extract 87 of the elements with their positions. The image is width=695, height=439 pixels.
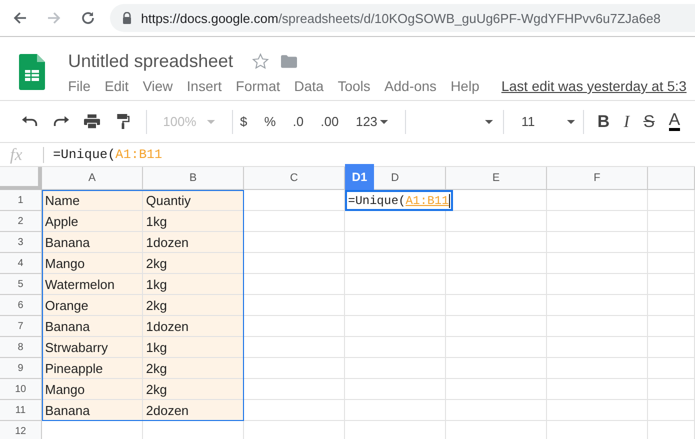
table-cell: Apple [42, 211, 143, 232]
menu-item[interactable]: View [142, 78, 173, 94]
table-cell: 2kg [143, 358, 244, 379]
print-icon[interactable] [84, 114, 100, 129]
table-cell: Orange [42, 295, 143, 316]
table-cell: Quantiy [143, 190, 244, 211]
row-header[interactable]: 3 [0, 232, 42, 253]
back-icon[interactable] [12, 10, 28, 26]
column-header[interactable]: F [547, 167, 648, 190]
table-cell: Strwabarry [42, 337, 143, 358]
table-cell: Name [42, 190, 143, 211]
row-header[interactable]: 8 [0, 337, 42, 358]
table-cell: Banana [42, 400, 143, 421]
empty-cell [648, 358, 695, 379]
row-header[interactable]: 12 [0, 421, 42, 439]
table-cell: 1kg [143, 211, 244, 232]
star-icon[interactable] [252, 52, 270, 70]
menu-item[interactable]: Edit [104, 78, 129, 94]
bold-button[interactable]: B [597, 112, 610, 132]
empty-cell [648, 379, 695, 400]
row-header[interactable]: 1 [0, 190, 42, 211]
redo-icon[interactable] [53, 114, 69, 129]
column-header[interactable]: D [374, 167, 446, 190]
column-header[interactable]: C [244, 167, 345, 190]
currency-format-button[interactable]: $ [240, 114, 248, 129]
row-header[interactable]: 10 [0, 379, 42, 400]
column-header[interactable]: B [143, 167, 244, 190]
row-header[interactable]: 2 [0, 211, 42, 232]
menu-item[interactable]: Format [236, 78, 280, 94]
table-cell: Mango [42, 379, 143, 400]
spreadsheet-logo-icon[interactable] [19, 54, 45, 90]
table-cell: 2kg [143, 379, 244, 400]
row-header[interactable]: 9 [0, 358, 42, 379]
folder-icon[interactable] [281, 54, 298, 68]
table-cell: 2kg [143, 253, 244, 274]
table-cell: 2kg [143, 295, 244, 316]
reload-icon[interactable] [80, 10, 96, 26]
table-cell: 1dozen [143, 316, 244, 337]
font-size-dropdown[interactable]: 11 [521, 114, 576, 129]
text-color-button[interactable]: A [668, 112, 680, 131]
empty-cell [648, 253, 695, 274]
empty-cell [648, 295, 695, 316]
empty-cell [648, 190, 695, 211]
row-header[interactable]: 5 [0, 274, 42, 295]
empty-cell [648, 400, 695, 421]
paint-roller-icon[interactable] [115, 114, 131, 129]
menu-item[interactable]: Insert [186, 78, 222, 94]
document-title[interactable]: Untitled spreadsheet [68, 50, 234, 72]
row-header[interactable]: 6 [0, 295, 42, 316]
table-cell: Banana [42, 232, 143, 253]
table-cell: Watermelon [42, 274, 143, 295]
menu-item[interactable]: File [68, 78, 91, 94]
cell-editor[interactable]: =Unique(A1:B11 [345, 190, 453, 211]
menu-item[interactable]: Tools [338, 78, 370, 94]
table-cell: Mango [42, 253, 143, 274]
lock-icon [122, 12, 132, 24]
italic-button[interactable]: I [624, 112, 630, 132]
empty-cell [648, 211, 695, 232]
row-header[interactable]: 7 [0, 316, 42, 337]
row-header[interactable]: 11 [0, 400, 42, 421]
column-header[interactable]: E [446, 167, 547, 190]
last-edit-link[interactable]: Last edit was yesterday at 5:3 [501, 78, 687, 94]
row-header[interactable]: 4 [0, 253, 42, 274]
cell-reference-badge: D1 [345, 164, 374, 190]
column-header[interactable]: A [42, 167, 143, 190]
undo-icon[interactable] [22, 114, 38, 129]
increase-decimals-button[interactable]: .00 [320, 114, 339, 129]
empty-cell [648, 337, 695, 358]
table-cell: Pineapple [42, 358, 143, 379]
function-label: fx [0, 146, 44, 162]
empty-cell [648, 232, 695, 253]
menu-item[interactable]: Add-ons [384, 78, 437, 94]
table-cell: 1kg [143, 337, 244, 358]
table-cell: 1dozen [143, 232, 244, 253]
percent-format-button[interactable]: % [264, 114, 276, 129]
empty-cell [648, 316, 695, 337]
formula-input[interactable]: =Unique(A1:B11 [44, 147, 162, 162]
empty-cell [648, 274, 695, 295]
menu-item[interactable]: Data [294, 78, 324, 94]
strikethrough-button[interactable]: S [643, 112, 655, 132]
menu-item[interactable]: Help [450, 78, 480, 94]
table-cell: 2dozen [143, 400, 244, 421]
table-cell: 1kg [143, 274, 244, 295]
number-format-dropdown[interactable]: 123 [356, 114, 388, 129]
decrease-decimals-button[interactable]: .0 [292, 114, 304, 129]
table-cell: Banana [42, 316, 143, 337]
address-bar[interactable]: https://docs.google.com/spreadsheets/d/10KOgSOWB_guUg6PF-WgdYFHPvv6u7ZJa6e8 [110, 4, 695, 32]
